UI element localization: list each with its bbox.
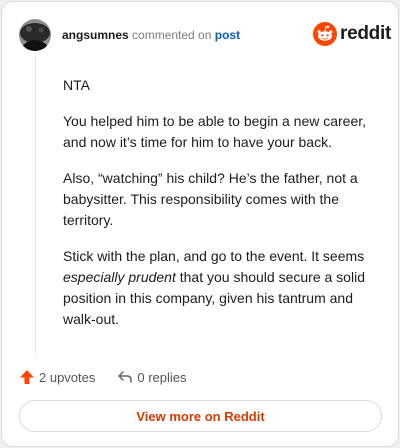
thread-line[interactable] (35, 56, 36, 354)
comment-paragraph: Also, “watching” his child? He’s the fat… (63, 170, 358, 228)
comment-emphasis: especially prudent (63, 269, 176, 285)
reply-count: 0 replies (137, 369, 187, 385)
reply-button[interactable]: 0 replies (117, 369, 187, 385)
upvote-button[interactable]: 2 upvotes (19, 369, 95, 385)
header-action-text: commented on (132, 28, 212, 42)
post-link[interactable]: post (215, 28, 240, 42)
comment-header: angsumnes commented on post (62, 28, 240, 42)
comment-paragraph: You helped him to be able to begin a new… (63, 113, 367, 150)
snoo-icon (313, 22, 337, 46)
comment-embed-card: angsumnes commented on post reddit NTA Y… (1, 1, 399, 447)
upvote-arrow-icon (20, 370, 34, 384)
comment-actions: 2 upvotes 0 replies (19, 367, 187, 387)
comment-body: NTA You helped him to be able to begin a… (63, 75, 381, 345)
username-link[interactable]: angsumnes (62, 28, 129, 42)
avatar[interactable] (19, 19, 51, 51)
comment-paragraph: Stick with the plan, and go to the event… (63, 246, 381, 330)
comment-text: Stick with the plan, and go to the event… (63, 248, 365, 264)
reddit-logo[interactable]: reddit (313, 21, 391, 47)
brand-wordmark: reddit (340, 23, 391, 44)
comment-paragraph: NTA (63, 77, 90, 93)
reply-arrow-icon (118, 371, 133, 383)
view-more-button[interactable]: View more on Reddit (19, 400, 382, 432)
upvote-count: 2 upvotes (39, 369, 96, 385)
